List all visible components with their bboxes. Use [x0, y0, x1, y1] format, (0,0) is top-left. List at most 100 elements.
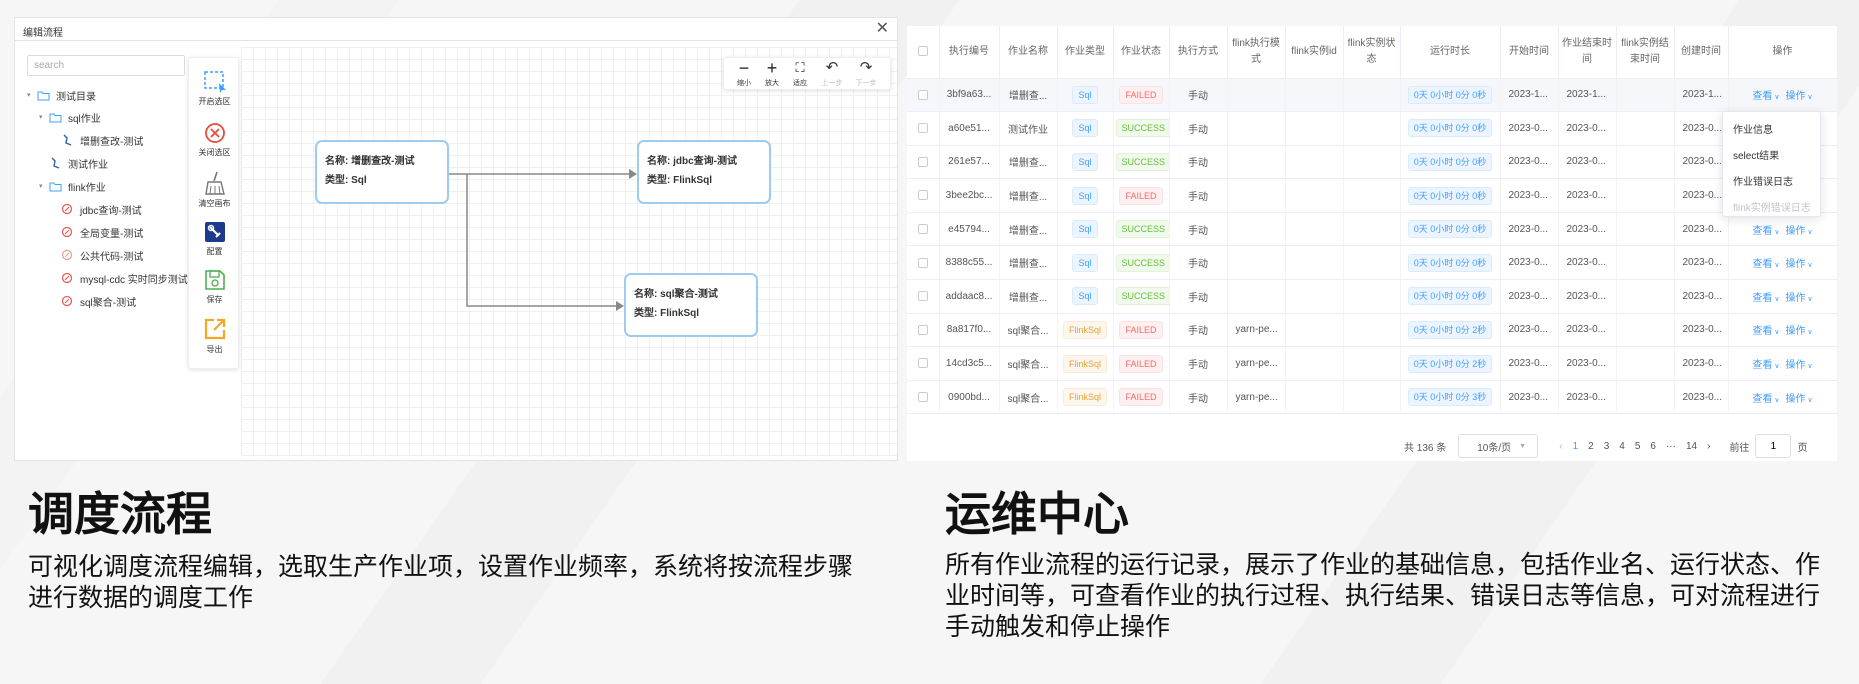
cell-type: FlinkSql [1057, 380, 1114, 415]
row-select-cell[interactable] [907, 279, 940, 314]
cell-end: 2023-0... [1558, 313, 1617, 348]
table-row[interactable]: 0900bd... sql聚合... FlinkSql FAILED 手动 yarn-pe… [907, 380, 1838, 415]
operate-button[interactable]: 操作∨ [1786, 360, 1813, 371]
table-row[interactable]: 14cd3c5... sql聚合... FlinkSql FAILED 手动 yarn-p… [907, 346, 1838, 381]
operate-button[interactable]: 操作∨ [1786, 226, 1813, 237]
page-number-button[interactable]: 4 [1614, 441, 1630, 452]
select-all-header[interactable] [907, 26, 940, 79]
cell-start: 2023-0... [1500, 313, 1559, 348]
column-header: 执行编号 [939, 26, 1000, 79]
operate-button[interactable]: 操作∨ [1786, 326, 1813, 337]
page-number-button[interactable]: 5 [1630, 441, 1646, 452]
cell-start: 2023-0... [1500, 380, 1559, 415]
view-button[interactable]: 查看∨ [1752, 394, 1779, 405]
next-page-button[interactable]: › [1702, 441, 1715, 452]
row-select-cell[interactable] [907, 313, 940, 348]
view-button[interactable]: 查看∨ [1752, 226, 1779, 237]
row-select-cell[interactable] [907, 346, 940, 381]
cell-flink-mode [1227, 78, 1286, 113]
cell-end: 2023-0... [1558, 279, 1617, 314]
cell-type: Sql [1057, 78, 1114, 113]
row-checkbox[interactable] [917, 156, 928, 167]
row-select-cell[interactable] [907, 111, 940, 146]
page-number-button[interactable]: 3 [1599, 441, 1615, 452]
row-select-cell[interactable] [907, 145, 940, 180]
cell-status: FAILED [1113, 78, 1170, 113]
chevron-down-icon: ∨ [1807, 363, 1813, 371]
table-row[interactable]: e45794... 增删查... Sql SUCCESS 手动 0天 0小时 0分 0秒 2… [907, 212, 1838, 247]
row-select-cell[interactable] [907, 78, 940, 113]
flow-editor-window: 编辑流程 ✕ ▾ 测试目录 ▾ sql作业 增删查改-测试 测试作业 ▾ fli… [14, 17, 898, 461]
column-header: flink实例结束时间 [1616, 26, 1675, 79]
cell-id: 8388c55... [939, 245, 1000, 281]
cell-mode: 手动 [1169, 245, 1228, 281]
right-section-title: 运维中心 [945, 488, 1129, 540]
status-badge: FAILED [1119, 388, 1163, 407]
status-badge: FAILED [1119, 85, 1163, 104]
operate-button[interactable]: 操作∨ [1786, 91, 1813, 102]
flow-node[interactable]: 名称: 增删查改-测试 类型: Sql [315, 140, 449, 204]
row-checkbox[interactable] [917, 89, 928, 100]
table-row[interactable]: 3bf9a63... 增删查... Sql FAILED 手动 0天 0小时 0分 0秒 2… [907, 78, 1838, 113]
cell-flink-instance-status [1343, 380, 1401, 415]
row-checkbox[interactable] [917, 123, 928, 134]
column-header: flink实例状态 [1343, 26, 1401, 79]
dropdown-item-job-error-log[interactable]: 作业错误日志 [1733, 173, 1793, 188]
row-select-cell[interactable] [907, 380, 940, 415]
dropdown-item-job-info[interactable]: 作业信息 [1733, 121, 1773, 136]
operate-button[interactable]: 操作∨ [1786, 394, 1813, 405]
flow-node[interactable]: 名称: jdbc查询-测试 类型: FlinkSql [637, 140, 771, 204]
row-checkbox[interactable] [917, 291, 928, 302]
view-button[interactable]: 查看∨ [1752, 326, 1779, 337]
row-checkbox[interactable] [917, 324, 928, 335]
table-row[interactable]: 261e57... 增删查... Sql SUCCESS 手动 0天 0小时 0分 0秒 2… [907, 145, 1838, 180]
cell-flink-instance-id [1285, 380, 1344, 415]
job-type-tag: FlinkSql [1062, 388, 1107, 407]
table-row[interactable]: 8388c55... 增删查... Sql SUCCESS 手动 0天 0小时 0分 0秒… [907, 245, 1838, 281]
table-row[interactable]: addaac8... 增删查... Sql SUCCESS 手动 0天 0小时 0分 0秒… [907, 279, 1838, 314]
row-checkbox[interactable] [917, 224, 928, 235]
view-button[interactable]: 查看∨ [1752, 259, 1779, 270]
prev-page-button[interactable]: ‹ [1554, 441, 1567, 452]
row-checkbox[interactable] [917, 190, 928, 201]
row-select-cell[interactable] [907, 245, 940, 281]
cell-duration: 0天 0小时 0分 2秒 [1400, 313, 1501, 348]
table-row[interactable]: a60e51... 测试作业 Sql SUCCESS 手动 0天 0小时 0分 0秒 202… [907, 111, 1838, 146]
job-type-tag: Sql [1072, 152, 1098, 171]
goto-page-input[interactable] [1755, 434, 1792, 458]
table-row[interactable]: 3bee2bc... 增删查... Sql FAILED 手动 0天 0小时 0分 0秒 2… [907, 178, 1838, 213]
column-header: 作业名称 [999, 26, 1058, 79]
cell-name: sql聚合... [999, 346, 1058, 381]
operate-button[interactable]: 操作∨ [1786, 259, 1813, 270]
row-checkbox[interactable] [917, 392, 928, 402]
row-select-cell[interactable] [907, 178, 940, 213]
page-number-button[interactable]: 2 [1583, 441, 1599, 452]
view-button[interactable]: 查看∨ [1752, 293, 1779, 304]
cell-duration: 0天 0小时 0分 0秒 [1400, 178, 1501, 213]
view-label: 查看 [1752, 393, 1773, 405]
operate-button[interactable]: 操作∨ [1786, 293, 1813, 304]
row-checkbox[interactable] [917, 358, 928, 369]
cell-duration: 0天 0小时 0分 0秒 [1400, 245, 1501, 281]
job-type-tag: Sql [1072, 85, 1098, 104]
flow-node[interactable]: 名称: sql聚合-测试 类型: FlinkSql [624, 273, 758, 337]
select-all-checkbox[interactable] [917, 46, 928, 57]
cell-flink-end-time [1616, 212, 1675, 247]
page-number-button[interactable]: 6 [1645, 441, 1661, 452]
row-select-cell[interactable] [907, 212, 940, 247]
page-number-button[interactable]: 1 [1568, 441, 1584, 452]
dropdown-item-select-result[interactable]: select结果 [1733, 147, 1779, 162]
table-row[interactable]: 8a817f0... sql聚合... FlinkSql FAILED 手动 yarn-p… [907, 313, 1838, 348]
page-number-button[interactable]: ··· [1661, 441, 1681, 452]
page-number-button[interactable]: 14 [1681, 441, 1702, 452]
page-size-select[interactable]: 10条/页 ▼ [1458, 434, 1539, 458]
view-button[interactable]: 查看∨ [1752, 91, 1779, 102]
cell-name: 增删查... [999, 145, 1058, 180]
row-checkbox[interactable] [917, 257, 928, 268]
flow-edges [448, 169, 637, 311]
chevron-down-icon: ∨ [1807, 262, 1813, 270]
view-label: 查看 [1752, 225, 1773, 237]
cell-status: FAILED [1113, 346, 1170, 381]
duration-badge: 0天 0小时 0分 0秒 [1407, 220, 1493, 239]
view-button[interactable]: 查看∨ [1752, 360, 1779, 371]
